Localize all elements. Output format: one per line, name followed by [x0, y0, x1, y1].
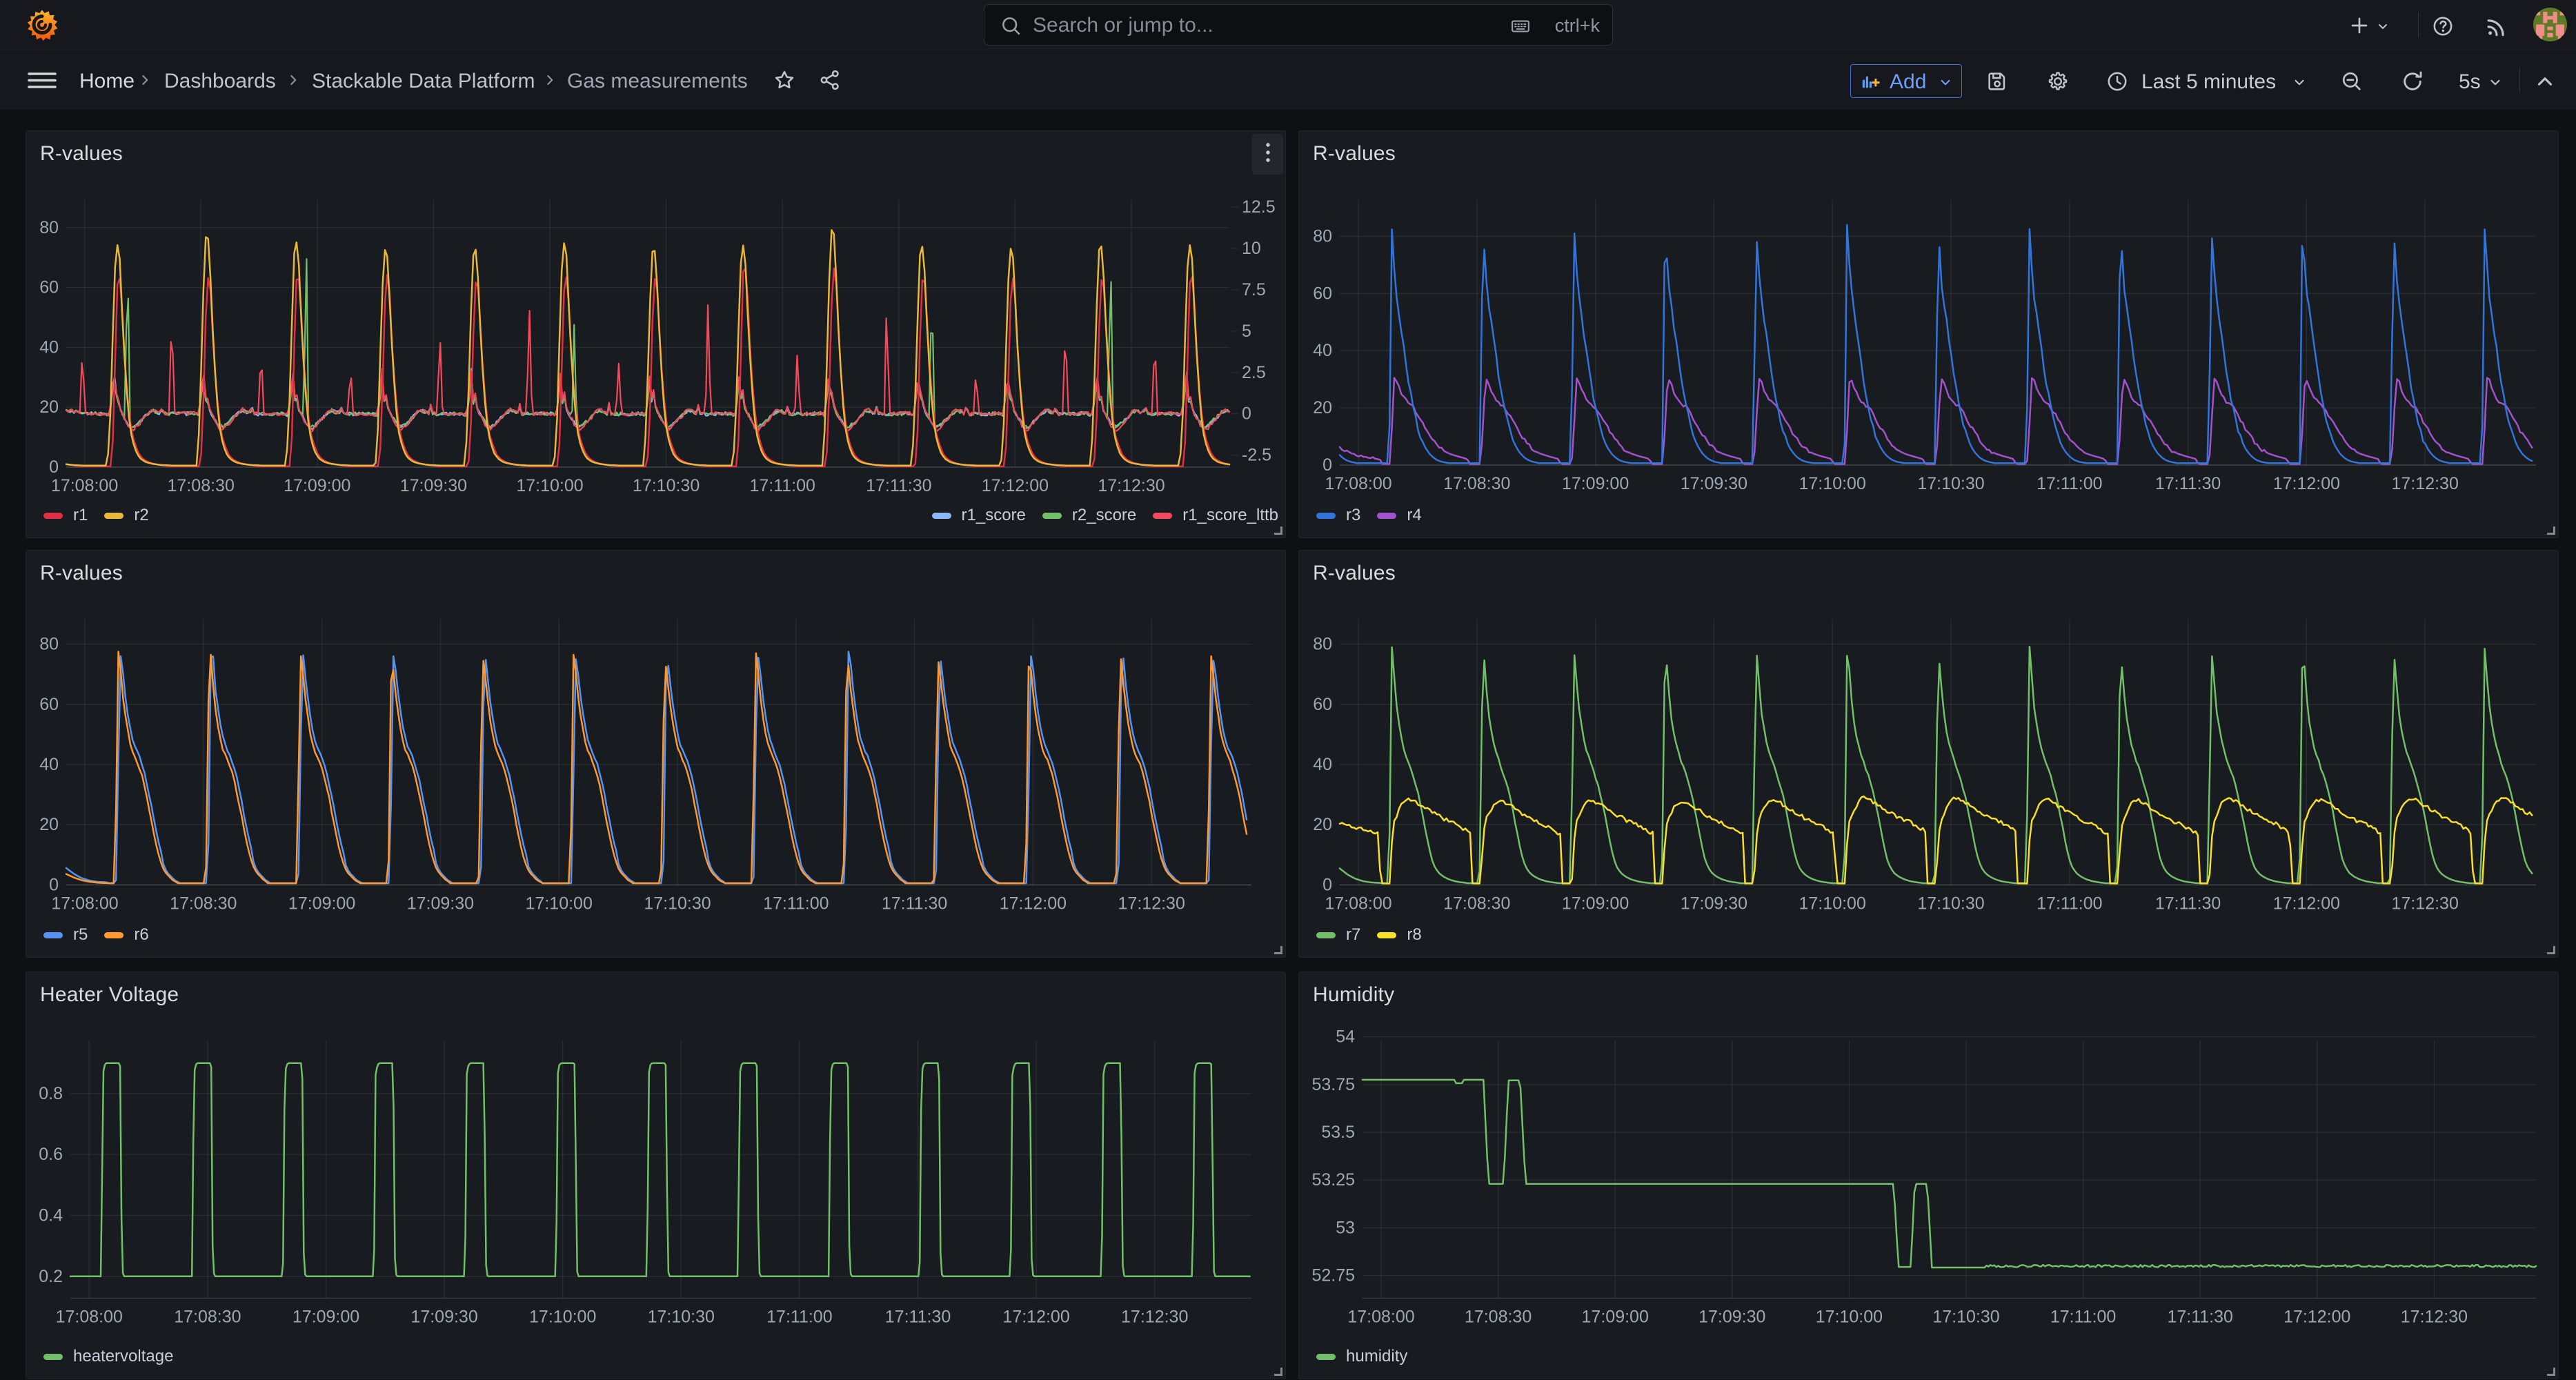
svg-text:0.4: 0.4: [39, 1206, 63, 1225]
svg-text:17:09:00: 17:09:00: [1562, 474, 1629, 493]
svg-text:53: 53: [1336, 1218, 1355, 1237]
svg-text:17:10:30: 17:10:30: [644, 894, 711, 913]
svg-text:17:08:30: 17:08:30: [168, 476, 235, 495]
svg-text:17:12:00: 17:12:00: [1000, 894, 1067, 913]
svg-text:17:12:30: 17:12:30: [2392, 894, 2459, 913]
svg-text:0: 0: [1322, 455, 1332, 475]
svg-text:20: 20: [1313, 815, 1332, 834]
svg-text:17:11:30: 17:11:30: [2155, 894, 2221, 913]
svg-text:12.5: 12.5: [1242, 197, 1276, 217]
svg-text:17:12:30: 17:12:30: [2392, 474, 2459, 493]
svg-text:17:12:30: 17:12:30: [1121, 1308, 1188, 1327]
svg-text:60: 60: [39, 695, 59, 714]
svg-text:80: 80: [39, 218, 59, 237]
svg-text:17:11:30: 17:11:30: [2155, 474, 2221, 493]
svg-text:17:11:00: 17:11:00: [2050, 1308, 2116, 1327]
svg-text:80: 80: [39, 635, 59, 654]
svg-text:17:09:00: 17:09:00: [293, 1308, 359, 1327]
svg-text:53.5: 53.5: [1321, 1123, 1355, 1142]
svg-text:17:12:00: 17:12:00: [982, 476, 1049, 495]
svg-text:60: 60: [1313, 284, 1332, 303]
svg-text:17:08:00: 17:08:00: [1325, 894, 1391, 913]
svg-text:17:12:30: 17:12:30: [1098, 476, 1165, 495]
svg-text:17:11:00: 17:11:00: [766, 1308, 832, 1327]
svg-text:17:08:00: 17:08:00: [1347, 1308, 1414, 1327]
svg-text:17:09:30: 17:09:30: [407, 894, 474, 913]
svg-text:17:12:30: 17:12:30: [1118, 894, 1185, 913]
svg-text:17:08:30: 17:08:30: [1443, 894, 1510, 913]
svg-text:17:08:30: 17:08:30: [170, 894, 237, 913]
svg-text:7.5: 7.5: [1242, 280, 1266, 299]
svg-text:17:10:30: 17:10:30: [1917, 474, 1984, 493]
svg-text:17:09:30: 17:09:30: [1681, 894, 1747, 913]
svg-text:17:08:30: 17:08:30: [1465, 1308, 1532, 1327]
svg-text:17:12:00: 17:12:00: [2283, 1308, 2350, 1327]
svg-text:0: 0: [49, 457, 59, 477]
svg-text:17:09:30: 17:09:30: [400, 476, 467, 495]
svg-text:17:10:00: 17:10:00: [1816, 1308, 1883, 1327]
svg-text:0: 0: [49, 875, 59, 894]
svg-text:17:10:00: 17:10:00: [1799, 894, 1866, 913]
svg-text:60: 60: [1313, 695, 1332, 714]
svg-text:20: 20: [39, 397, 59, 417]
svg-text:10: 10: [1242, 239, 1261, 258]
svg-text:17:11:30: 17:11:30: [866, 476, 931, 495]
svg-text:40: 40: [1313, 341, 1332, 360]
svg-text:17:09:00: 17:09:00: [284, 476, 350, 495]
svg-text:17:12:00: 17:12:00: [2273, 894, 2340, 913]
svg-text:80: 80: [1313, 227, 1332, 246]
svg-text:17:12:30: 17:12:30: [2401, 1308, 2468, 1327]
svg-text:53.25: 53.25: [1311, 1170, 1355, 1190]
svg-text:-2.5: -2.5: [1242, 446, 1271, 465]
svg-text:17:11:30: 17:11:30: [882, 894, 947, 913]
svg-text:17:11:00: 17:11:00: [749, 476, 815, 495]
svg-text:17:08:30: 17:08:30: [174, 1308, 241, 1327]
svg-text:0.8: 0.8: [39, 1084, 63, 1103]
svg-text:2.5: 2.5: [1242, 363, 1266, 382]
svg-text:17:10:00: 17:10:00: [516, 476, 583, 495]
svg-text:0.2: 0.2: [39, 1267, 63, 1286]
svg-text:53.75: 53.75: [1311, 1075, 1355, 1094]
svg-text:20: 20: [1313, 398, 1332, 417]
svg-text:17:11:00: 17:11:00: [2037, 894, 2102, 913]
svg-text:17:08:00: 17:08:00: [51, 476, 118, 495]
svg-text:17:09:30: 17:09:30: [1698, 1308, 1765, 1327]
svg-text:17:12:00: 17:12:00: [2273, 474, 2340, 493]
svg-text:17:09:30: 17:09:30: [1681, 474, 1747, 493]
svg-text:17:10:00: 17:10:00: [526, 894, 593, 913]
svg-text:80: 80: [1313, 635, 1332, 654]
svg-text:0: 0: [1322, 875, 1332, 894]
svg-text:17:10:00: 17:10:00: [529, 1308, 596, 1327]
svg-text:17:09:00: 17:09:00: [288, 894, 355, 913]
svg-text:0.6: 0.6: [39, 1145, 63, 1164]
svg-text:17:08:00: 17:08:00: [1325, 474, 1391, 493]
svg-text:17:11:00: 17:11:00: [763, 894, 829, 913]
svg-text:40: 40: [39, 755, 59, 774]
svg-text:17:11:00: 17:11:00: [2037, 474, 2102, 493]
svg-text:17:10:30: 17:10:30: [1917, 894, 1984, 913]
svg-text:17:08:30: 17:08:30: [1443, 474, 1510, 493]
svg-text:17:11:30: 17:11:30: [885, 1308, 951, 1327]
svg-text:17:08:00: 17:08:00: [56, 1308, 123, 1327]
svg-text:17:12:00: 17:12:00: [1002, 1308, 1069, 1327]
svg-text:52.75: 52.75: [1311, 1266, 1355, 1285]
svg-text:40: 40: [39, 337, 59, 357]
svg-text:60: 60: [39, 278, 59, 297]
svg-text:17:10:30: 17:10:30: [633, 476, 700, 495]
svg-text:17:10:00: 17:10:00: [1799, 474, 1866, 493]
svg-text:5: 5: [1242, 322, 1251, 341]
svg-text:17:10:30: 17:10:30: [1932, 1308, 1999, 1327]
svg-text:0: 0: [1242, 404, 1251, 424]
svg-text:17:09:00: 17:09:00: [1582, 1308, 1649, 1327]
svg-text:40: 40: [1313, 755, 1332, 774]
svg-text:17:11:30: 17:11:30: [2167, 1308, 2232, 1327]
svg-text:17:09:00: 17:09:00: [1562, 894, 1629, 913]
svg-text:20: 20: [39, 815, 59, 834]
svg-text:17:08:00: 17:08:00: [51, 894, 118, 913]
svg-text:54: 54: [1336, 1027, 1355, 1047]
svg-text:17:09:30: 17:09:30: [410, 1308, 477, 1327]
svg-text:17:10:30: 17:10:30: [648, 1308, 715, 1327]
